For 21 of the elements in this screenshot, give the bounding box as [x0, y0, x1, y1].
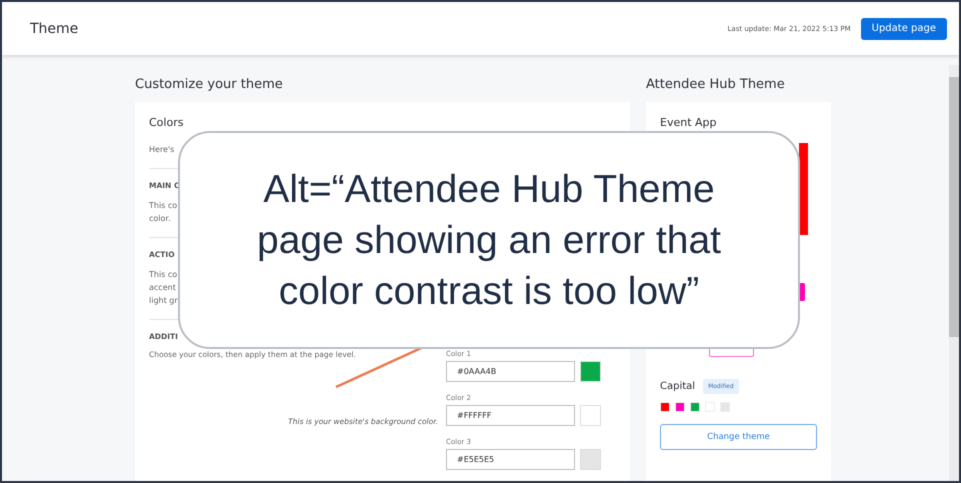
- section-text: light gr: [149, 295, 179, 307]
- theme-name: Capital: [660, 381, 696, 392]
- change-theme-button[interactable]: Change theme: [660, 424, 817, 450]
- section-text: This co: [149, 269, 178, 281]
- page-title: Theme: [30, 20, 80, 36]
- intro-text: Here's: [149, 144, 176, 156]
- card-title: Event App: [660, 116, 718, 129]
- color-input[interactable]: #FFFFFF: [446, 405, 575, 426]
- color-swatch[interactable]: [580, 405, 601, 426]
- section-text: color.: [149, 213, 172, 225]
- card-title: Colors: [149, 116, 184, 129]
- scrollbar[interactable]: [949, 65, 959, 481]
- color-input[interactable]: #0AAA4B: [446, 361, 575, 382]
- callout-text: Alt=“Attendee Hub Theme page showing an error that color contrast is too low”: [256, 166, 722, 314]
- section-text: This co: [149, 200, 178, 212]
- section-heading: Customize your theme: [135, 77, 284, 92]
- color-input[interactable]: #E5E5E5: [446, 449, 575, 470]
- color-swatch[interactable]: [580, 449, 601, 470]
- color-swatch[interactable]: [580, 361, 601, 382]
- update-page-button[interactable]: Update page: [860, 18, 947, 40]
- section-heading: Attendee Hub Theme: [646, 77, 786, 92]
